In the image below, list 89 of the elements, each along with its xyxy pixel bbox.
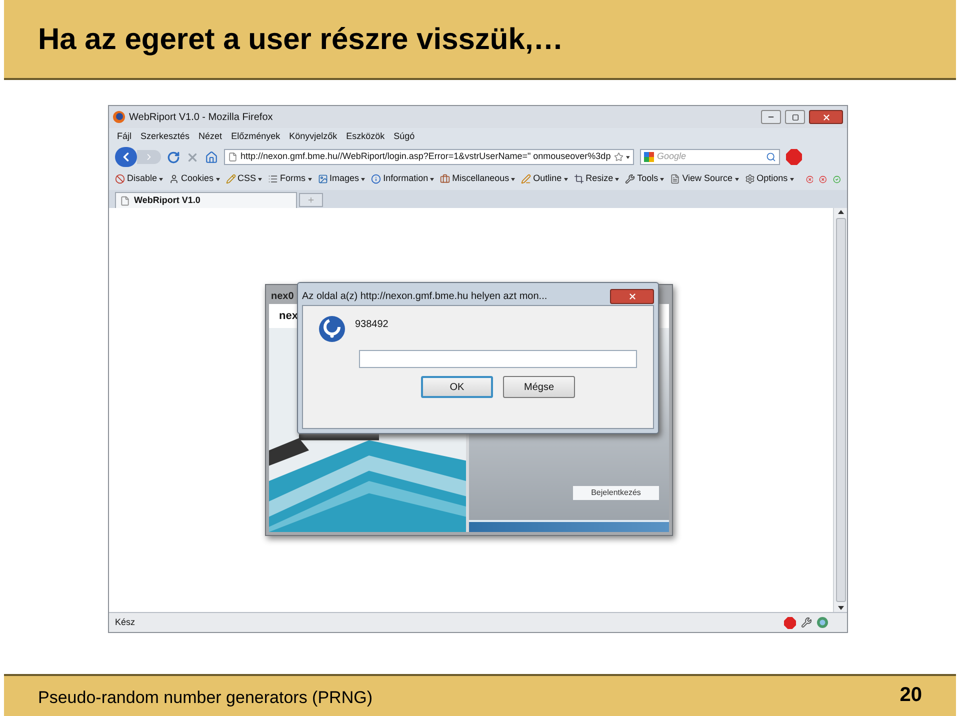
url-text: http://nexon.gmf.bme.hu//WebRiport/login.asp?Error=1&vstrUserName=" onmouseover%3dp (240, 150, 611, 164)
caret-icon (511, 178, 516, 180)
footer-text: Pseudo-random number generators (PRNG) (38, 686, 372, 708)
dialog-button[interactable]: OK (421, 376, 493, 398)
page-number: 20 (900, 683, 922, 708)
search-icon[interactable] (766, 152, 776, 162)
stop-icon[interactable] (186, 150, 199, 164)
pen-icon (521, 174, 532, 184)
caret-icon (660, 178, 664, 180)
toolbar-button[interactable]: Options (744, 172, 794, 186)
toolbar-button[interactable]: View Source (670, 172, 739, 186)
caret-icon (308, 178, 312, 180)
search-engine-icon (644, 152, 654, 162)
home-icon[interactable] (205, 150, 218, 164)
maximize-button[interactable] (785, 110, 805, 124)
adblock-icon[interactable] (784, 616, 796, 628)
menu-item[interactable]: Fájl (117, 130, 132, 144)
toolbar-button[interactable]: Outline (521, 172, 568, 186)
window-title: WebRiport V1.0 - Mozilla Firefox (129, 110, 273, 124)
browser-logo-icon (113, 111, 125, 123)
scroll-down-icon[interactable] (838, 606, 844, 610)
app-heading: nex (279, 308, 298, 324)
app-title: nex0 (271, 290, 294, 304)
crop-icon (574, 174, 584, 184)
user-icon (169, 174, 180, 184)
error-icon[interactable] (819, 174, 828, 184)
back-button[interactable] (115, 147, 137, 167)
toolbar-button[interactable]: Miscellaneous (440, 172, 516, 186)
settings-icon (744, 174, 755, 184)
caret-icon (159, 178, 164, 180)
caret-icon (734, 178, 739, 180)
address-bar[interactable]: http://nexon.gmf.bme.hu//WebRiport/login.asp?Error=1&vstrUserName=" onmouseover%3dp (224, 149, 634, 165)
toolbar-button[interactable]: Tools (625, 172, 664, 186)
page-icon (120, 196, 130, 206)
globe-icon[interactable] (817, 617, 828, 628)
image-icon (318, 174, 328, 184)
caret-icon (216, 178, 220, 180)
search-field[interactable]: Google (640, 149, 780, 165)
toolbar-button[interactable]: Disable (115, 172, 164, 186)
toolbar-button[interactable]: Images (318, 172, 366, 186)
briefcase-icon (440, 174, 450, 184)
dialog-message: 938492 (355, 318, 388, 332)
toolbar-button[interactable]: Cookies (169, 172, 220, 186)
info-icon (371, 174, 382, 184)
wrench-icon[interactable] (801, 617, 812, 628)
dialog-title: Az oldal a(z) http://nexon.gmf.bme.hu helyen azt mon... (302, 290, 548, 304)
check-icon[interactable] (833, 174, 841, 184)
dialog-button[interactable]: Mégse (503, 376, 575, 398)
search-input[interactable]: Google (657, 150, 763, 164)
toolbar-button[interactable]: Resize (574, 172, 620, 186)
slide-title: Ha az egeret a user részre visszük,… (38, 22, 564, 58)
caret-icon (615, 178, 620, 180)
scroll-thumb[interactable] (836, 218, 846, 602)
menu-item[interactable]: Eszközök (346, 130, 385, 144)
caret-icon (564, 178, 568, 180)
close-icon (822, 112, 830, 122)
toolbar-button[interactable]: Forms (268, 172, 312, 186)
browser-tab[interactable]: WebRiport V1.0 (115, 192, 297, 208)
status-text: Kész (115, 616, 136, 629)
toolbar-button[interactable]: Information (371, 172, 434, 186)
error-icon[interactable] (806, 174, 814, 184)
menu-item[interactable]: Előzmények (231, 130, 280, 144)
close-icon (628, 292, 636, 300)
caret-icon (430, 178, 434, 180)
pencil-icon (226, 174, 236, 184)
close-button[interactable] (809, 110, 843, 124)
menu-item[interactable]: Súgó (394, 130, 415, 144)
star-icon[interactable] (614, 152, 624, 162)
close-button[interactable] (610, 288, 654, 304)
list-icon (268, 174, 278, 184)
menu-item[interactable]: Nézet (198, 130, 222, 144)
ban-icon (115, 174, 125, 184)
menu-item[interactable]: Szerkesztés (140, 130, 190, 144)
login-button[interactable]: Bejelentkezés (573, 486, 659, 500)
toolbar-button[interactable]: CSS (226, 172, 262, 186)
reload-icon[interactable] (167, 150, 180, 164)
plus-icon (307, 196, 315, 204)
caret-icon (361, 178, 366, 180)
caret-icon (626, 156, 630, 158)
wrench-icon (625, 174, 636, 184)
menu-item[interactable]: Könyvjelzők (289, 130, 338, 144)
prompt-input[interactable] (359, 350, 637, 368)
scroll-up-icon[interactable] (838, 210, 844, 214)
adblock-icon[interactable] (786, 149, 802, 165)
maximize-icon (792, 114, 798, 120)
page-icon (228, 152, 238, 162)
caret-icon (790, 178, 794, 180)
file-icon (670, 174, 680, 184)
caret-icon (258, 178, 262, 180)
